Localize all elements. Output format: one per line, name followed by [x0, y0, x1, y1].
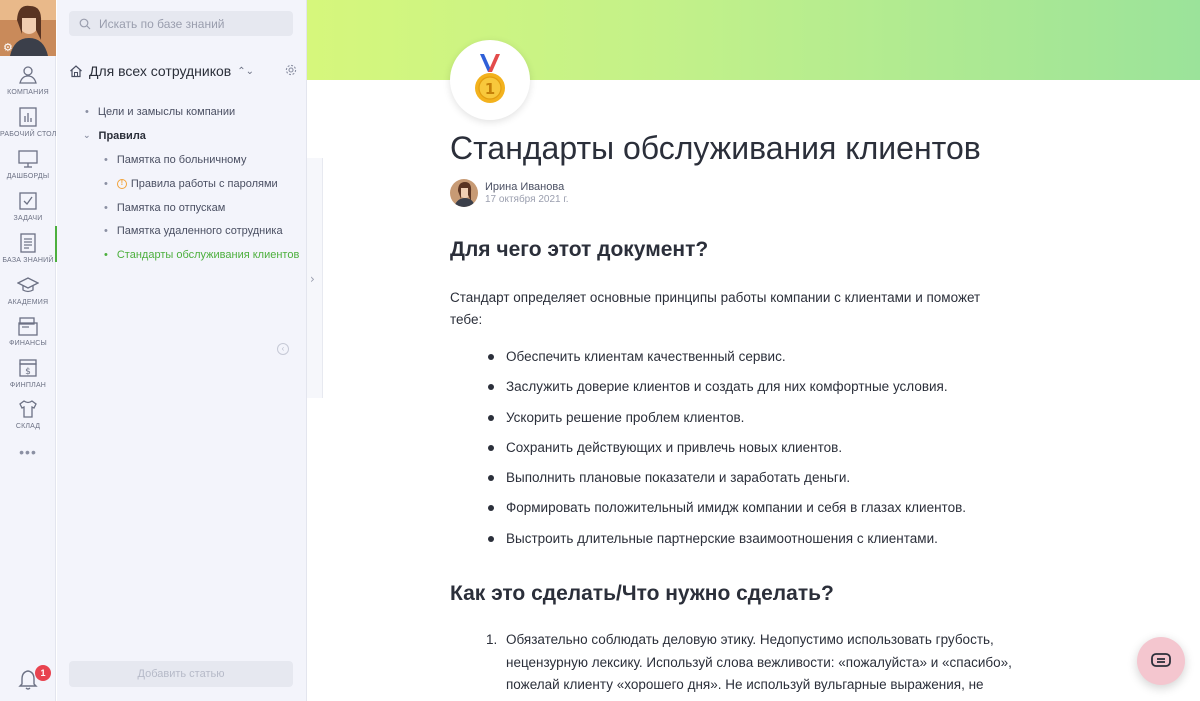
company-icon — [19, 66, 37, 84]
add-article-button[interactable]: Добавить статью — [69, 661, 293, 687]
more-icon[interactable]: ••• — [0, 444, 56, 460]
document-author: Ирина Иванова 17 октября 2021 г. — [450, 179, 569, 207]
list-item: Сохранить действующих и привлечь новых к… — [488, 438, 1028, 468]
rail-item-warehouse[interactable]: СКЛАД — [0, 398, 56, 430]
rail-label: РАБОЧИЙ СТОЛ — [0, 131, 57, 138]
notification-badge: 1 — [35, 665, 51, 681]
bullet-icon: • — [104, 249, 108, 261]
tree-item-label: Цели и замыслы компании — [97, 106, 236, 118]
rail-item-dashboards[interactable]: ДАШБОРДЫ — [0, 148, 56, 180]
rail-label: АКАДЕМИЯ — [7, 299, 49, 306]
publish-date: 17 октября 2021 г. — [485, 194, 569, 205]
gear-icon[interactable] — [285, 64, 297, 76]
user-avatar[interactable]: ⚙ — [0, 0, 56, 56]
bullet-icon: • — [104, 225, 108, 237]
step-number: 1. — [486, 632, 498, 647]
rail-item-company[interactable]: КОМПАНИЯ — [0, 64, 56, 96]
rail-item-finance[interactable]: ФИНАНСЫ — [0, 315, 56, 347]
desktop-chart-icon — [19, 107, 37, 127]
chat-button[interactable] — [1137, 637, 1185, 685]
svg-text:$: $ — [25, 367, 31, 377]
chat-icon — [1151, 653, 1171, 667]
section-heading-how-to: Как это сделать/Что нужно сделать? — [450, 582, 834, 605]
list-item: Ускорить решение проблем клиентов. — [488, 408, 1028, 438]
rail-label: ФИНПЛАН — [9, 382, 47, 389]
author-photo — [450, 179, 478, 207]
knowledge-base-sidebar: Искать по базе знаний Для всех сотрудник… — [57, 0, 307, 701]
chevron-updown-icon[interactable]: ⌃⌄ — [237, 66, 254, 77]
search-icon — [79, 18, 91, 29]
list-item: Выполнить плановые показатели и заработа… — [488, 468, 1028, 498]
dollar-box-icon: $ — [19, 359, 37, 377]
step-text: Обязательно соблюдать деловую этику. Нед… — [506, 632, 1012, 692]
goals-list: Обеспечить клиентам качественный сервис.… — [488, 347, 1028, 559]
rail-item-desktop[interactable]: РАБОЧИЙ СТОЛ — [0, 106, 56, 138]
warning-icon: ! — [116, 179, 127, 189]
search-input[interactable]: Искать по базе знаний — [69, 11, 293, 36]
rail-label: СКЛАД — [15, 423, 41, 430]
tshirt-icon — [19, 400, 37, 418]
rail-item-academy[interactable]: АКАДЕМИЯ — [0, 274, 56, 306]
rail-label: ФИНАНСЫ — [9, 340, 47, 347]
list-item: Обеспечить клиентам качественный сервис. — [488, 347, 1028, 377]
intro-paragraph: Стандарт определяет основные принципы ра… — [450, 290, 981, 327]
bullet-icon: • — [85, 106, 89, 118]
document-icon — [20, 233, 36, 253]
list-item: Заслужить доверие клиентов и создать для… — [488, 377, 1028, 407]
tree-item-standards[interactable]: • Стандарты обслуживания клиентов — [104, 249, 299, 261]
rail-item-knowledge-base[interactable]: БАЗА ЗНАНИЙ — [0, 226, 57, 264]
tree-folder-label: Правила — [98, 130, 146, 142]
rail-label: ЗАДАЧИ — [13, 215, 43, 222]
kb-section-header: Для всех сотрудников ⌃⌄ — [69, 61, 297, 81]
rail-item-tasks[interactable]: ЗАДАЧИ — [0, 190, 56, 222]
kb-section-title[interactable]: Для всех сотрудников — [89, 63, 231, 79]
tree-item-sick-leave[interactable]: • Памятка по больничному — [104, 154, 246, 166]
tree-item-remote[interactable]: • Памятка удаленного сотрудника — [104, 225, 283, 237]
wallet-icon — [18, 317, 38, 336]
chevron-down-icon[interactable]: ⌄ — [83, 131, 91, 141]
settings-gear-icon[interactable]: ⚙ — [3, 42, 13, 53]
tree-item-label: Памятка по больничному — [116, 154, 247, 166]
home-icon[interactable] — [69, 64, 83, 78]
app-rail: ⚙ КОМПАНИЯ РАБОЧИЙ СТОЛ ДАШБОРДЫ ЗАДАЧИ … — [0, 0, 57, 701]
list-item: Выстроить длительные партнерские взаимоо… — [488, 529, 1028, 559]
rail-label: КОМПАНИЯ — [7, 89, 49, 96]
monitor-icon — [18, 150, 38, 168]
document-cover-emoji[interactable]: 1 — [450, 40, 530, 120]
tree-item-label: Стандарты обслуживания клиентов — [116, 249, 300, 261]
document-title: Стандарты обслуживания клиентов — [450, 130, 981, 166]
bullet-icon: • — [104, 178, 108, 190]
search-placeholder: Искать по базе знаний — [99, 16, 225, 31]
rail-label: ДАШБОРДЫ — [6, 173, 50, 180]
tree-item-label: Правила работы с паролями — [130, 178, 278, 190]
tree-folder-rules[interactable]: ⌄ Правила — [83, 130, 146, 142]
graduation-cap-icon — [17, 277, 39, 293]
tree-item-vacation[interactable]: • Памятка по отпускам — [104, 202, 225, 214]
bullet-icon: • — [104, 154, 108, 166]
tree-item-label: Памятка удаленного сотрудника — [116, 225, 283, 237]
author-name[interactable]: Ирина Иванова — [485, 181, 569, 193]
tree-item-goals[interactable]: • Цели и замыслы компании — [85, 106, 235, 118]
sidebar-toggle[interactable]: › — [307, 158, 323, 398]
tree-item-passwords[interactable]: •! Правила работы с паролями — [104, 178, 278, 190]
rail-label: БАЗА ЗНАНИЙ — [2, 257, 54, 264]
medal-icon: 1 — [475, 54, 505, 103]
list-item: Формировать положительный имидж компании… — [488, 498, 1028, 528]
section-heading-purpose: Для чего этот документ? — [450, 238, 709, 261]
svg-text:1: 1 — [485, 80, 495, 98]
checkbox-icon — [19, 192, 37, 210]
collapse-icon[interactable]: ‹ — [277, 343, 289, 355]
bullet-icon: • — [104, 202, 108, 214]
chevron-right-icon: › — [310, 272, 315, 286]
rail-item-finplan[interactable]: $ ФИНПЛАН — [0, 357, 56, 389]
tree-item-label: Памятка по отпускам — [116, 202, 226, 214]
author-avatar[interactable] — [450, 179, 478, 207]
cover-banner — [307, 0, 1200, 80]
